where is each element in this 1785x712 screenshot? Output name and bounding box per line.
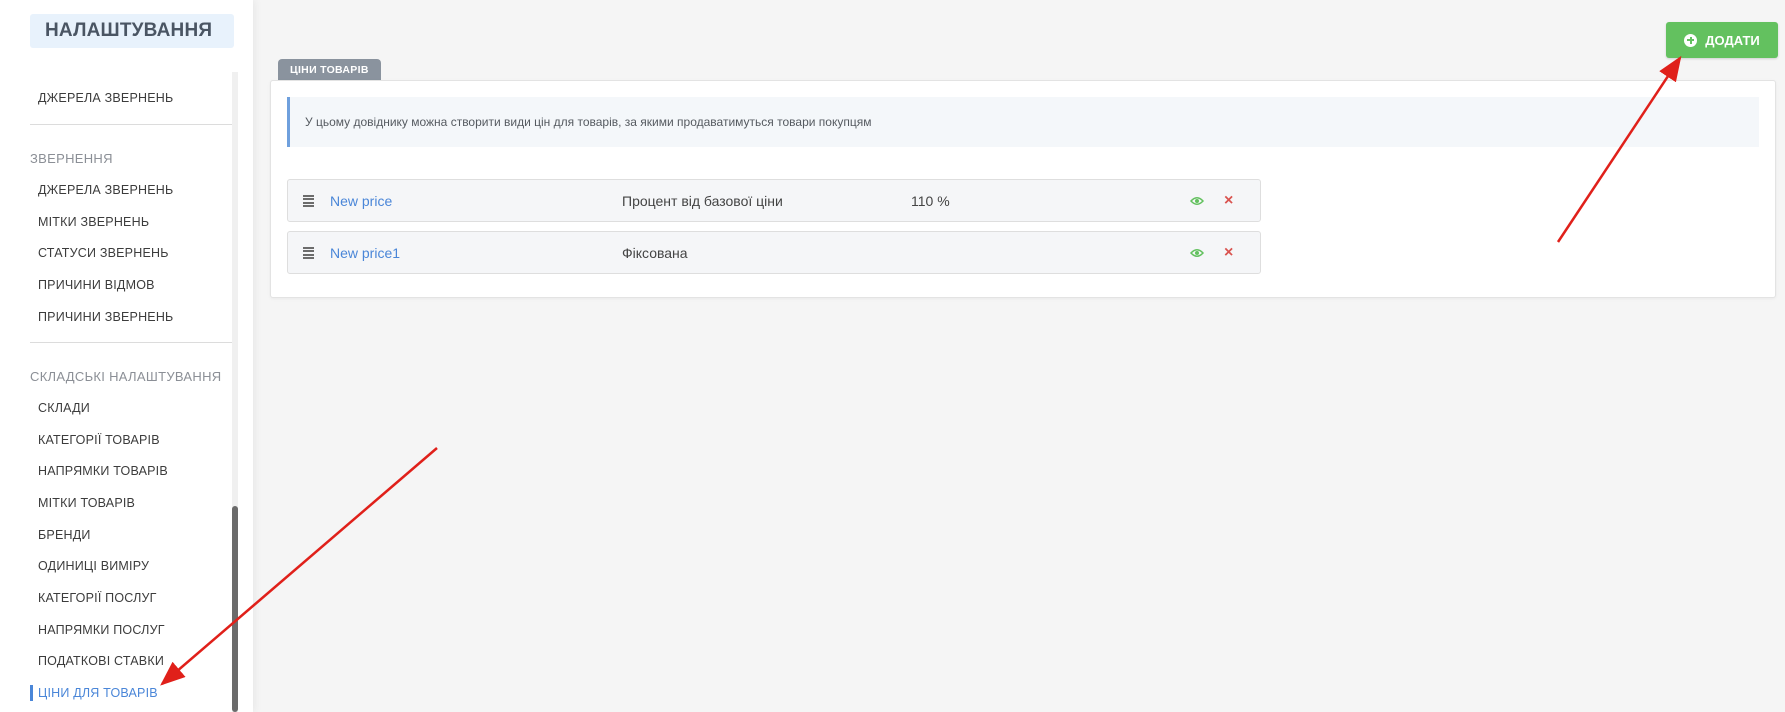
sidebar-title: НАЛАШТУВАННЯ	[45, 20, 213, 41]
tab-label: ЦІНИ ТОВАРІВ	[290, 64, 369, 76]
prices-panel: У цьому довіднику можна створити види ці…	[270, 80, 1776, 298]
sidebar: НАЛАШТУВАННЯ ДЖЕРЕЛА ЗВЕРНЕНЬ ЗВЕРНЕННЯ …	[0, 0, 253, 712]
sidebar-divider	[30, 124, 233, 125]
price-name-link[interactable]: New price	[330, 193, 392, 209]
sidebar-item-tax-rates[interactable]: ПОДАТКОВІ СТАВКИ	[38, 654, 164, 668]
info-text: У цьому довіднику можна створити види ці…	[305, 115, 872, 129]
price-name-link[interactable]: New price1	[330, 245, 400, 261]
sidebar-section-requests: ЗВЕРНЕННЯ	[30, 151, 113, 166]
sidebar-item-product-categories[interactable]: КАТЕГОРІЇ ТОВАРІВ	[38, 433, 160, 447]
sidebar-section-warehouse: СКЛАДСЬКІ НАЛАШТУВАННЯ	[30, 369, 222, 384]
price-value: 110 %	[911, 193, 950, 209]
drag-handle-icon[interactable]	[303, 195, 314, 207]
delete-icon[interactable]: ×	[1224, 243, 1233, 263]
sidebar-item-units[interactable]: ОДИНИЦІ ВИМІРУ	[38, 559, 149, 573]
sidebar-item-product-prices[interactable]: ЦІНИ ДЛЯ ТОВАРІВ	[38, 686, 158, 700]
sidebar-scrollbar[interactable]	[232, 506, 238, 712]
price-type: Процент від базової ціни	[622, 193, 783, 209]
price-row: New price Процент від базової ціни 110 %…	[287, 179, 1261, 222]
sidebar-item-service-directions[interactable]: НАПРЯМКИ ПОСЛУГ	[38, 623, 165, 637]
price-row: New price1 Фіксована ×	[287, 231, 1261, 274]
sidebar-item-brands[interactable]: БРЕНДИ	[38, 528, 91, 542]
sidebar-item-request-tags[interactable]: МІТКИ ЗВЕРНЕНЬ	[38, 215, 149, 229]
add-button[interactable]: ДОДАТИ	[1666, 22, 1778, 58]
sidebar-item-refusal-reasons[interactable]: ПРИЧИНИ ВІДМОВ	[38, 278, 155, 292]
info-box: У цьому довіднику можна створити види ці…	[287, 97, 1759, 147]
sidebar-item-sources-top[interactable]: ДЖЕРЕЛА ЗВЕРНЕНЬ	[38, 91, 173, 105]
plus-circle-icon	[1684, 33, 1698, 47]
sidebar-item-product-directions[interactable]: НАПРЯМКИ ТОВАРІВ	[38, 464, 168, 478]
price-type: Фіксована	[622, 245, 688, 261]
sidebar-item-request-statuses[interactable]: СТАТУСИ ЗВЕРНЕНЬ	[38, 246, 169, 260]
sidebar-item-product-tags[interactable]: МІТКИ ТОВАРІВ	[38, 496, 135, 510]
sidebar-item-service-categories[interactable]: КАТЕГОРІЇ ПОСЛУГ	[38, 591, 157, 605]
sidebar-item-request-sources[interactable]: ДЖЕРЕЛА ЗВЕРНЕНЬ	[38, 183, 173, 197]
add-button-label: ДОДАТИ	[1705, 32, 1760, 48]
sidebar-item-warehouses[interactable]: СКЛАДИ	[38, 401, 90, 415]
sidebar-divider	[30, 342, 233, 343]
eye-icon[interactable]	[1190, 248, 1204, 258]
active-indicator	[30, 685, 33, 701]
eye-icon[interactable]	[1190, 196, 1204, 206]
sidebar-item-request-reasons[interactable]: ПРИЧИНИ ЗВЕРНЕНЬ	[38, 310, 173, 324]
drag-handle-icon[interactable]	[303, 247, 314, 259]
tab-product-prices[interactable]: ЦІНИ ТОВАРІВ	[278, 59, 381, 81]
sidebar-header: НАЛАШТУВАННЯ	[30, 14, 234, 48]
delete-icon[interactable]: ×	[1224, 191, 1233, 211]
